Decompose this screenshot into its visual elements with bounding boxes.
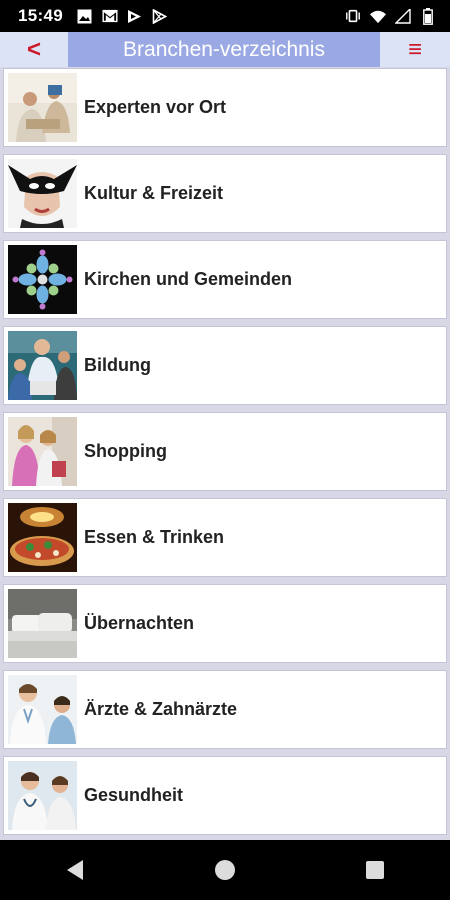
title-bar: < Branchen-verzeichnis ≡ — [0, 32, 450, 67]
image-icon — [77, 8, 93, 24]
mask-photo — [8, 159, 77, 228]
category-label: Essen & Trinken — [84, 527, 225, 547]
menu-icon: ≡ — [407, 35, 422, 63]
battery-icon — [420, 7, 436, 25]
back-button[interactable]: < — [0, 32, 68, 67]
category-label: Ärzte & Zahnärzte — [84, 699, 238, 719]
rose-window-photo — [8, 245, 77, 314]
category-item-kultur[interactable]: Kultur & Freizeit — [3, 154, 447, 233]
signal-icon — [395, 8, 411, 24]
menu-button[interactable]: ≡ — [380, 32, 450, 67]
pizza-photo — [8, 503, 77, 572]
nav-home-button[interactable] — [195, 840, 255, 900]
status-bar: 15:49 — [0, 0, 450, 32]
category-item-gesundheit[interactable]: Gesundheit — [3, 756, 447, 835]
category-label: Experten vor Ort — [84, 97, 227, 117]
category-item-essen[interactable]: Essen & Trinken — [3, 498, 447, 577]
navigation-bar — [0, 840, 450, 900]
play-store-icon — [152, 8, 168, 24]
page-title: Branchen-verzeichnis — [123, 38, 325, 61]
category-item-experten[interactable]: Experten vor Ort — [3, 68, 447, 147]
wifi-icon — [370, 8, 386, 24]
nav-recents-button[interactable] — [345, 840, 405, 900]
health-photo — [8, 761, 77, 830]
doctor-photo — [8, 675, 77, 744]
category-item-bildung[interactable]: Bildung — [3, 326, 447, 405]
flag-icon — [127, 8, 143, 24]
back-nav-icon — [67, 860, 83, 880]
category-item-kirchen[interactable]: Kirchen und Gemeinden — [3, 240, 447, 319]
home-nav-icon — [215, 860, 235, 880]
nav-back-button[interactable] — [45, 840, 105, 900]
category-item-uebernachten[interactable]: Übernachten — [3, 584, 447, 663]
category-label: Übernachten — [84, 613, 195, 633]
category-label: Kirchen und Gemeinden — [84, 269, 293, 289]
gmail-icon — [102, 8, 118, 24]
recents-nav-icon — [366, 861, 384, 879]
category-item-aerzte[interactable]: Ärzte & Zahnärzte — [3, 670, 447, 749]
category-list[interactable]: Experten vor Ort Kultur & Freizeit Kirch… — [0, 67, 450, 840]
category-label: Gesundheit — [84, 785, 184, 805]
category-label: Shopping — [84, 441, 167, 461]
experts-photo — [8, 73, 77, 142]
category-item-shopping[interactable]: Shopping — [3, 412, 447, 491]
status-time: 15:49 — [18, 6, 63, 25]
shopping-photo — [8, 417, 77, 486]
vibrate-icon — [345, 8, 361, 24]
category-label: Bildung — [84, 355, 151, 375]
education-photo — [8, 331, 77, 400]
category-label: Kultur & Freizeit — [84, 183, 224, 203]
hotel-bed-photo — [8, 589, 77, 658]
